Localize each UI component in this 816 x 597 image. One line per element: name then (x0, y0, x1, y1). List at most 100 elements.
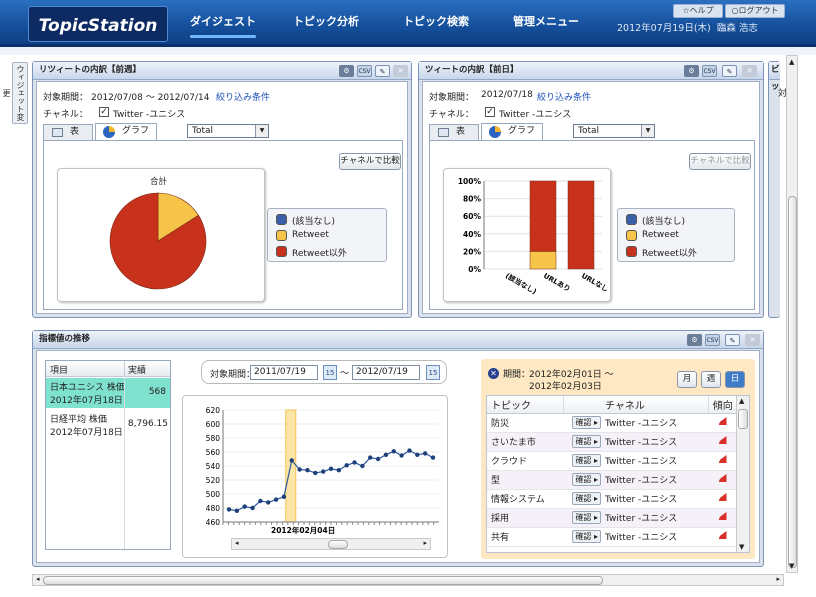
panel-title: ビッ (769, 62, 780, 92)
topic-row[interactable]: 情報システム 確認 ▸ Twitter -ユニシス (487, 489, 737, 509)
gear-icon[interactable]: ⚙ (339, 65, 354, 77)
scroll-right-icon[interactable]: ▸ (423, 539, 427, 547)
data-point (383, 452, 389, 457)
scroll-up-icon[interactable]: ▲ (789, 58, 794, 66)
table-header: 項目 実績 (46, 361, 170, 377)
confirm-button[interactable]: 確認 ▸ (572, 511, 601, 524)
channel-checkbox[interactable]: ✓ (485, 107, 495, 117)
confirm-button[interactable]: 確認 ▸ (572, 530, 601, 543)
channel-checkbox[interactable]: ✓ (99, 107, 109, 117)
help-button[interactable]: ☆ヘルプ (673, 4, 723, 18)
chart-scrollbar[interactable]: ◂ ▸ (231, 538, 431, 550)
week-button[interactable]: 週 (701, 371, 721, 388)
confirm-button[interactable]: 確認 ▸ (572, 454, 601, 467)
nav-topic-analysis[interactable]: トピック分析 (293, 12, 359, 32)
calendar-icon[interactable]: 15 (426, 365, 440, 380)
csv-icon[interactable]: CSV (702, 65, 717, 77)
edit-icon[interactable]: ✎ (722, 65, 737, 77)
topic-row[interactable]: 防災 確認 ▸ Twitter -ユニシス (487, 413, 737, 433)
edit-icon[interactable]: ✎ (725, 334, 740, 346)
gear-icon[interactable]: ⚙ (687, 334, 702, 346)
row-date: 2012年07月18日 (50, 428, 123, 438)
calendar-icon[interactable]: 15 (323, 365, 337, 380)
close-icon[interactable]: ✕ (745, 334, 760, 346)
page-hscroll-thumb[interactable] (43, 576, 603, 585)
widget-change-tab[interactable]: ウィジェット変更 (2, 62, 28, 124)
total-select[interactable]: Total (573, 124, 655, 138)
nav-topic-search[interactable]: トピック検索 (403, 12, 469, 32)
channel-value: Twitter -ユニシス (499, 110, 572, 120)
logout-button[interactable]: ○ログアウト (725, 4, 785, 18)
topic-row[interactable]: クラウド 確認 ▸ Twitter -ユニシス (487, 451, 737, 471)
csv-icon[interactable]: CSV (705, 334, 720, 346)
close-icon[interactable]: ✕ (742, 65, 757, 77)
scroll-up-icon[interactable]: ▲ (739, 397, 744, 405)
topic-name: クラウド (487, 451, 563, 471)
tab-table[interactable]: 表 (429, 124, 479, 140)
scroll-right-icon[interactable]: ▸ (776, 575, 780, 583)
scroll-down-icon[interactable]: ▼ (739, 543, 744, 551)
stacked-bar-chart: 0% 20% 40% 60% 80% 100% (該当なし) URLあり URLなし (458, 177, 610, 296)
topicstation-logo[interactable]: TopicStation (28, 6, 168, 42)
period-label: 対象期間： (429, 93, 475, 103)
confirm-button[interactable]: 確認 ▸ (572, 435, 601, 448)
logout-label: ログアウト (738, 6, 779, 15)
tab-table-label: 表 (70, 127, 80, 137)
day-button[interactable]: 日 (725, 371, 745, 388)
table-row[interactable]: 日経平均 株価 2012年07月18日 8,796.15 (46, 410, 170, 440)
tab-table[interactable]: 表 (43, 124, 93, 140)
trend-up-icon (718, 493, 727, 501)
gear-icon[interactable]: ⚙ (684, 65, 699, 77)
edit-icon[interactable]: ✎ (375, 65, 390, 77)
topic-row[interactable]: 採用 確認 ▸ Twitter -ユニシス (487, 508, 737, 528)
scroll-left-icon[interactable]: ◂ (235, 539, 239, 547)
page-horizontal-scrollbar[interactable]: ◂ ▸ (32, 574, 784, 586)
chart-scroll-thumb[interactable] (328, 540, 348, 549)
confirm-button[interactable]: 確認 ▸ (572, 492, 601, 505)
data-point (328, 466, 334, 471)
topic-name: 型 (487, 470, 563, 490)
close-icon[interactable]: ✕ (393, 65, 408, 77)
confirm-button[interactable]: 確認 ▸ (572, 416, 601, 429)
date-to-input[interactable]: 2012/07/19 (352, 365, 420, 380)
total-select[interactable]: Total (187, 124, 269, 138)
tab-graph[interactable]: グラフ (95, 123, 157, 140)
topic-scrollbar[interactable]: ▲ ▼ (736, 396, 749, 552)
legend-label: Retweet (292, 230, 329, 240)
nav-admin-menu[interactable]: 管理メニュー (511, 12, 581, 32)
topic-row[interactable]: 型 確認 ▸ Twitter -ユニシス (487, 470, 737, 490)
filter-link[interactable]: 絞り込み条件 (537, 90, 591, 103)
month-button[interactable]: 月 (677, 371, 697, 388)
close-icon[interactable]: ✕ (488, 368, 499, 379)
data-point (250, 505, 255, 511)
topic-channel: Twitter -ユニシス (603, 451, 708, 471)
legend-item-none: (該当なし) (276, 214, 335, 227)
csv-icon[interactable]: CSV (357, 65, 372, 77)
scroll-down-icon[interactable]: ▼ (789, 562, 794, 570)
legend: (該当なし) Retweet Retweet以外 (267, 208, 387, 262)
topic-scroll-thumb[interactable] (738, 409, 748, 429)
legend-item-retweet: Retweet (276, 230, 329, 241)
compare-channel-button[interactable]: チャネルで比較 (689, 153, 751, 170)
table-row[interactable]: 日本ユニシス 株価 2012年07月18日 568 (46, 378, 170, 408)
bar-segment (567, 180, 595, 270)
page-vertical-scrollbar[interactable]: ▲ ▼ (786, 55, 798, 573)
x-tick-label: URLあり (542, 271, 572, 294)
nav-digest[interactable]: ダイジェスト (190, 12, 256, 38)
legend-swatch (626, 214, 637, 225)
scroll-left-icon[interactable]: ◂ (36, 575, 40, 583)
tab-graph[interactable]: グラフ (481, 123, 543, 140)
pie-chart (109, 192, 207, 290)
compare-channel-button[interactable]: チャネルで比較 (339, 153, 401, 170)
indicator-trend-panel: 指標値の推移 ⚙ CSV ✎ ✕ 項目 実績 日本ユニシス 株価 2012年07… (32, 330, 764, 567)
legend-label: (該当なし) (642, 217, 686, 227)
page-vscroll-thumb[interactable] (788, 196, 797, 568)
topic-row[interactable]: 共有 確認 ▸ Twitter -ユニシス (487, 527, 737, 547)
filter-link[interactable]: 絞り込み条件 (216, 90, 270, 103)
date-from-input[interactable]: 2011/07/19 (250, 365, 318, 380)
x-tick-label: URLなし (580, 271, 610, 294)
y-tick-label: 20% (463, 247, 481, 256)
topic-row[interactable]: さいたま市 確認 ▸ Twitter -ユニシス (487, 432, 737, 452)
confirm-button[interactable]: 確認 ▸ (572, 473, 601, 486)
panel-title: 指標値の推移 (33, 331, 763, 349)
